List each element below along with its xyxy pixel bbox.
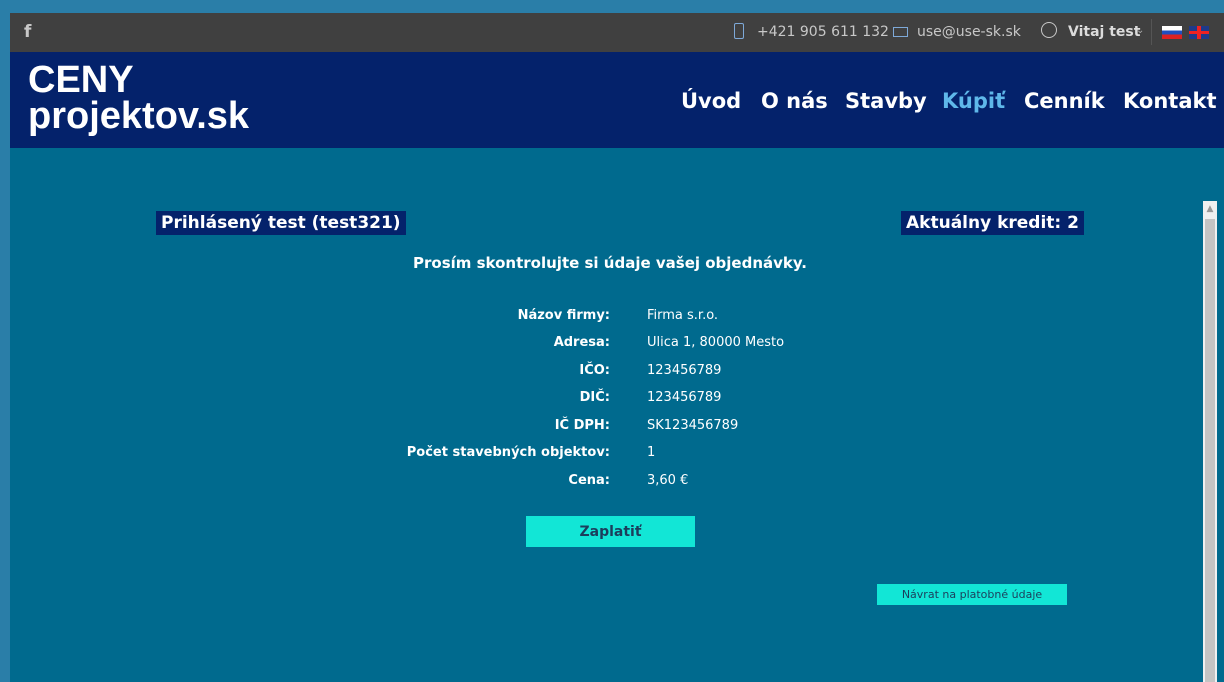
field-value: 3,60 € xyxy=(647,473,689,488)
top-bar: f +421 905 611 132 use@use-sk.sk Vitaj t… xyxy=(10,13,1224,52)
field-row: Cena: 3,60 € xyxy=(10,473,1210,493)
field-label: Cena: xyxy=(568,473,610,488)
nav-stavby[interactable]: Stavby xyxy=(845,89,927,113)
nav-o-nas[interactable]: O nás xyxy=(761,89,828,113)
user-icon xyxy=(1041,22,1057,38)
nav-kontakt[interactable]: Kontakt xyxy=(1123,89,1217,113)
mail-icon xyxy=(893,27,908,37)
field-label: Názov firmy: xyxy=(517,308,610,323)
flag-sk-icon[interactable] xyxy=(1162,26,1182,39)
field-row: Adresa: Ulica 1, 80000 Mesto xyxy=(10,335,1210,355)
credit-balance: Aktuálny kredit: 2 xyxy=(901,211,1084,235)
logged-in-user: Prihlásený test (test321) xyxy=(156,211,406,235)
user-menu[interactable]: Vitaj test xyxy=(1068,24,1140,40)
browser-page: f +421 905 611 132 use@use-sk.sk Vitaj t… xyxy=(10,13,1224,682)
site-header: CENY projektov.sk Úvod O nás Stavby Kúpi… xyxy=(10,52,1224,148)
site-logo[interactable]: CENY projektov.sk xyxy=(28,59,250,137)
field-value: Firma s.r.o. xyxy=(647,308,719,323)
field-row: IČO: 123456789 xyxy=(10,363,1210,383)
field-value: 123456789 xyxy=(647,363,722,378)
flag-uk-icon[interactable] xyxy=(1189,26,1209,39)
email-link[interactable]: use@use-sk.sk xyxy=(917,24,1021,40)
field-label: IČO: xyxy=(579,363,610,378)
back-to-payment-button[interactable]: Návrat na platobné údaje xyxy=(877,584,1067,605)
field-label: Adresa: xyxy=(553,335,610,350)
nav-kupit[interactable]: Kúpiť xyxy=(942,89,1005,113)
divider xyxy=(1151,19,1152,45)
nav-uvod[interactable]: Úvod xyxy=(681,89,741,113)
field-row: Počet stavebných objektov: 1 xyxy=(10,445,1210,465)
logo-line-2: projektov.sk xyxy=(28,95,250,137)
logo-line-1: CENY xyxy=(28,59,134,101)
field-value: 1 xyxy=(647,445,656,460)
field-row: DIČ: 123456789 xyxy=(10,390,1210,410)
scroll-thumb[interactable] xyxy=(1205,219,1215,682)
field-label: DIČ: xyxy=(579,390,610,405)
field-row: Názov firmy: Firma s.r.o. xyxy=(10,308,1210,328)
field-label: IČ DPH: xyxy=(554,418,610,433)
field-label: Počet stavebných objektov: xyxy=(406,445,610,460)
facebook-icon[interactable]: f xyxy=(24,22,31,42)
chevron-down-icon[interactable]: ⌄ xyxy=(1136,25,1144,36)
field-row: IČ DPH: SK123456789 xyxy=(10,418,1210,438)
nav-cennik[interactable]: Cenník xyxy=(1024,89,1105,113)
page-title: Prosím skontrolujte si údaje vašej objed… xyxy=(413,254,807,272)
field-value: Ulica 1, 80000 Mesto xyxy=(647,335,785,350)
scroll-up-icon[interactable]: ▲ xyxy=(1203,201,1217,218)
field-value: 123456789 xyxy=(647,390,722,405)
phone-icon xyxy=(734,23,744,39)
phone-number[interactable]: +421 905 611 132 xyxy=(757,24,889,40)
pay-button[interactable]: Zaplatiť xyxy=(526,516,695,547)
field-value: SK123456789 xyxy=(647,418,739,433)
vertical-scrollbar[interactable]: ▲ xyxy=(1203,201,1217,682)
